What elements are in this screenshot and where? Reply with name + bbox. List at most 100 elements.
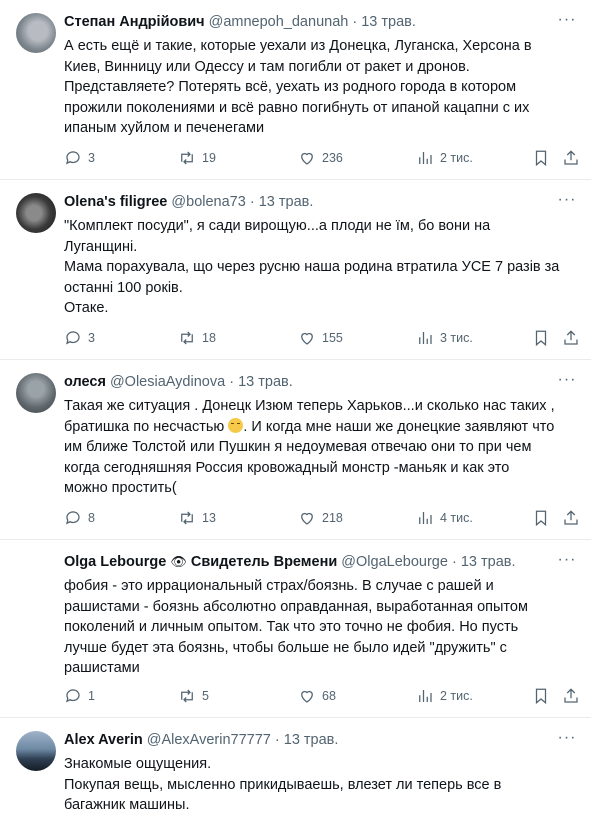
text-line: Покупая вещь, мысленно прикидываешь, вле…	[64, 776, 502, 793]
tweet-date[interactable]: 13 трав.	[259, 194, 314, 210]
avatar[interactable]	[16, 731, 56, 771]
share-icon	[564, 510, 578, 525]
views-button[interactable]: 2 тис.	[416, 147, 473, 169]
share-icon	[564, 330, 578, 345]
author-handle[interactable]: @bolena73	[171, 194, 245, 210]
author-handle[interactable]: @AlexAverin77777	[147, 732, 271, 748]
author-name[interactable]: Alex Averin	[64, 732, 143, 748]
more-options-icon[interactable]: ···	[555, 10, 579, 30]
more-options-icon[interactable]: ···	[555, 370, 579, 390]
bookmark-button[interactable]	[532, 147, 556, 169]
like-button[interactable]: 236	[298, 147, 343, 169]
text-line: багажник машины.	[64, 797, 190, 813]
author-name[interactable]: олеся	[64, 374, 106, 390]
views-count: 4 тис.	[440, 511, 473, 525]
reply-button[interactable]: 8	[64, 507, 95, 529]
views-chart-icon	[419, 690, 432, 702]
retweet-button[interactable]: 18	[178, 327, 216, 349]
author-handle[interactable]: @OlesiaAydinova	[110, 374, 225, 390]
views-button[interactable]: 3 тис.	[416, 327, 473, 349]
tweet-date[interactable]: 13 трав.	[361, 14, 416, 30]
tweet-date[interactable]: 13 трав.	[238, 374, 293, 390]
tweet-text: "Комплект посуди", я сади вирощую...а пл…	[64, 216, 576, 319]
text-line: фобия - это иррациональный страх/боязнь.…	[64, 578, 494, 594]
more-options-icon[interactable]: ···	[555, 190, 579, 210]
reply-button[interactable]: 3	[64, 327, 95, 349]
share-button[interactable]	[562, 685, 586, 707]
tweet-actions: 3 18 155 3 тис.	[64, 327, 584, 349]
tweet-header: Olena's filigree @bolena73 · 13 трав.	[64, 194, 547, 210]
share-icon	[564, 150, 578, 165]
views-button[interactable]: 4 тис.	[416, 507, 473, 529]
heart-icon	[301, 152, 313, 165]
author-handle[interactable]: @OlgaLebourge	[341, 554, 448, 570]
tweet-text: Такая же ситуация . Донецк Изюм теперь Х…	[64, 396, 576, 499]
retweet-button[interactable]: 13	[178, 507, 216, 529]
share-button[interactable]	[562, 327, 586, 349]
separator-dot: ·	[249, 194, 255, 210]
text-line: Мама порахувала, що через русню наша род…	[64, 259, 560, 275]
bookmark-button[interactable]	[532, 685, 556, 707]
bookmark-icon	[535, 688, 547, 705]
tweet-text: фобия - это иррациональный страх/боязнь.…	[64, 576, 576, 679]
retweet-count: 5	[202, 689, 209, 703]
reply-tweet[interactable]: Olga Lebourge 👁 Свидетель Времени @OlgaL…	[0, 540, 591, 718]
bookmark-button[interactable]	[532, 507, 556, 529]
more-options-icon[interactable]: ···	[555, 728, 579, 748]
tweet-text: А есть ещё и такие, которые уехали из До…	[64, 36, 576, 139]
retweet-button[interactable]: 5	[178, 685, 209, 707]
tweet-text: Знакомые ощущения. Покупая вещь, мысленн…	[64, 754, 576, 816]
reply-tweet[interactable]: Степан Андрійович @amnepoh_danunah · 13 …	[0, 0, 591, 180]
text-line: братишка по несчастью . И когда мне наши…	[64, 417, 576, 438]
tweet-header: Olga Lebourge 👁 Свидетель Времени @OlgaL…	[64, 554, 547, 570]
text-line: ипаным хуйлом и печенегами	[64, 120, 265, 136]
avatar[interactable]	[16, 193, 56, 233]
text-line: лучше будет эта боязнь, чтобы больше не …	[64, 639, 507, 656]
retweet-icon	[181, 511, 193, 525]
share-button[interactable]	[562, 147, 586, 169]
reply-tweet[interactable]: Olena's filigree @bolena73 · 13 трав. ··…	[0, 180, 591, 360]
author-name[interactable]: Степан Андрійович	[64, 14, 205, 30]
reply-tweet[interactable]: Alex Averin @AlexAverin77777 · 13 трав. …	[0, 718, 591, 817]
separator-dot: ·	[352, 14, 358, 30]
avatar[interactable]	[16, 373, 56, 413]
views-button[interactable]: 2 тис.	[416, 685, 473, 707]
views-count: 3 тис.	[440, 331, 473, 345]
tweet-actions: 3 19 236 2 тис.	[64, 147, 584, 169]
retweet-button[interactable]: 19	[178, 147, 216, 169]
author-name-suffix[interactable]: Свидетель Времени	[191, 554, 337, 570]
text-line: Такая же ситуация . Донецк Изюм теперь Х…	[64, 398, 555, 414]
retweet-count: 19	[202, 151, 216, 165]
tweet-header: Степан Андрійович @amnepoh_danunah · 13 …	[64, 14, 547, 30]
retweet-count: 18	[202, 331, 216, 345]
views-chart-icon	[419, 152, 432, 164]
like-count: 218	[322, 511, 343, 525]
views-chart-icon	[419, 332, 432, 344]
retweet-icon	[181, 331, 193, 345]
reply-button[interactable]: 1	[64, 685, 95, 707]
author-name[interactable]: Olena's filigree	[64, 194, 167, 210]
like-button[interactable]: 218	[298, 507, 343, 529]
text-line: "Комплект посуди", я сади вирощую...а пл…	[64, 218, 491, 234]
share-button[interactable]	[562, 507, 586, 529]
bookmark-button[interactable]	[532, 327, 556, 349]
retweet-icon	[181, 689, 193, 703]
heart-icon	[301, 690, 313, 703]
pensive-face-emoji-icon	[228, 417, 244, 433]
author-handle[interactable]: @amnepoh_danunah	[209, 14, 349, 30]
more-options-icon[interactable]: ···	[555, 550, 579, 570]
tweet-date[interactable]: 13 трав.	[461, 554, 516, 570]
like-button[interactable]: 68	[298, 685, 336, 707]
author-name[interactable]: Olga Lebourge	[64, 554, 166, 570]
text-line: Представляете? Потерять всё, уехать из р…	[64, 79, 517, 95]
reply-icon	[66, 331, 80, 345]
retweet-count: 13	[202, 511, 216, 525]
reply-tweet[interactable]: олеся @OlesiaAydinova · 13 трав. ··· Так…	[0, 360, 591, 540]
tweet-date[interactable]: 13 трав.	[284, 732, 339, 748]
text-line: можно простить(	[64, 480, 177, 496]
reply-button[interactable]: 3	[64, 147, 95, 169]
like-button[interactable]: 155	[298, 327, 343, 349]
reply-icon	[66, 689, 80, 703]
reply-count: 3	[88, 151, 95, 165]
avatar[interactable]	[16, 13, 56, 53]
